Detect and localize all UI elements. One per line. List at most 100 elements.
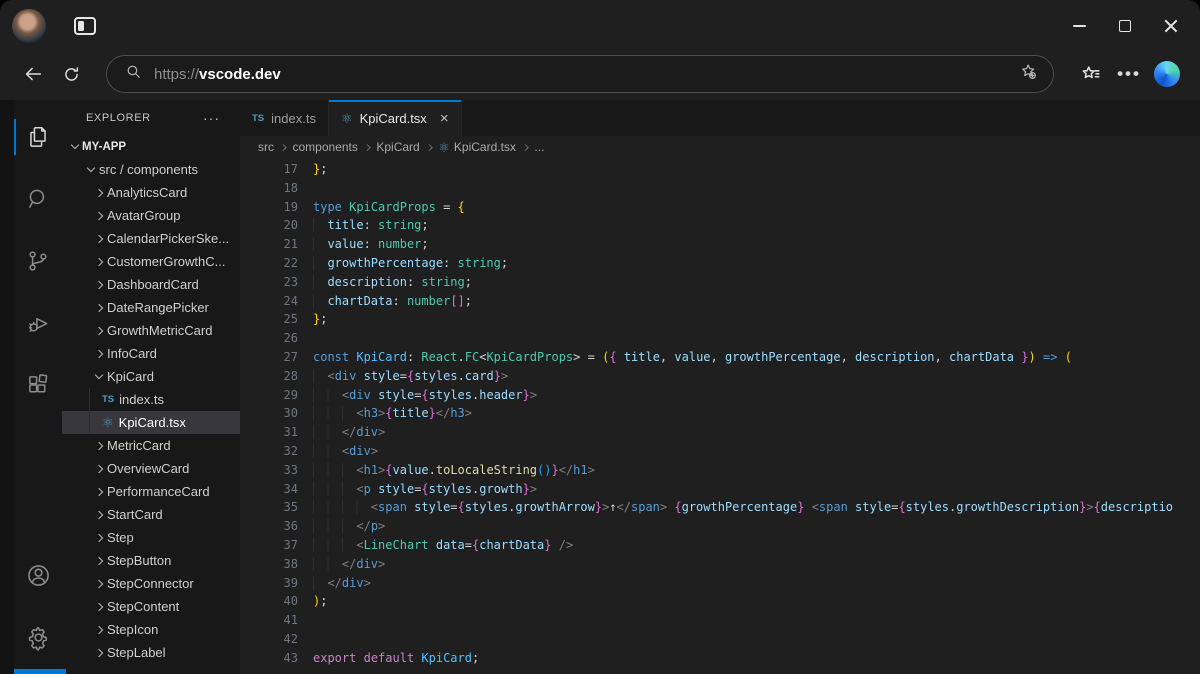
tree-item-label: OverviewCard — [107, 461, 189, 476]
tree-item-label: StartCard — [107, 507, 163, 522]
file-tree: src / components AnalyticsCardAvatarGroup… — [62, 158, 240, 674]
tree-item-label: StepConnector — [107, 576, 194, 591]
minimize-button[interactable] — [1056, 6, 1102, 46]
code-line-text: </div> — [298, 555, 385, 574]
activitybar-source-control[interactable] — [14, 230, 62, 292]
code-line: 35 <span style={styles.growthArrow}>↑</s… — [240, 498, 1200, 517]
code-line-text: }; — [298, 160, 327, 179]
tree-item-src-components[interactable]: src / components — [62, 158, 240, 181]
breadcrumb-label: src — [258, 140, 274, 154]
tab-close-icon[interactable]: × — [440, 111, 449, 126]
code-editor[interactable]: 17};1819type KpiCardProps = {20 title: s… — [240, 158, 1200, 674]
explorer-more-actions-button[interactable]: ··· — [197, 109, 226, 127]
tree-item-infocard[interactable]: InfoCard — [62, 342, 240, 365]
tree-item-index-ts[interactable]: TSindex.ts — [62, 388, 240, 411]
react-tsx-file-icon: ⚛ — [102, 416, 114, 429]
refresh-button[interactable] — [52, 55, 90, 93]
url-text: https://vscode.dev — [154, 66, 1019, 83]
close-icon — [1164, 19, 1178, 33]
tree-item-performancecard[interactable]: PerformanceCard — [62, 480, 240, 503]
tree-item-analyticscard[interactable]: AnalyticsCard — [62, 181, 240, 204]
tab-label: KpiCard.tsx — [360, 111, 427, 126]
favorites-star-list-icon — [1080, 63, 1102, 85]
tree-item-kpicard[interactable]: KpiCard — [62, 365, 240, 388]
tree-item-stepconnector[interactable]: StepConnector — [62, 572, 240, 595]
code-line: 23 description: string; — [240, 273, 1200, 292]
tree-item-dashboardcard[interactable]: DashboardCard — [62, 273, 240, 296]
tree-item-label: PerformanceCard — [107, 484, 210, 499]
activitybar-settings[interactable] — [14, 606, 62, 668]
tree-item-calendarpickerske-[interactable]: CalendarPickerSke... — [62, 227, 240, 250]
code-line-text: type KpiCardProps = { — [298, 198, 465, 217]
breadcrumb-item-kpicard-tsx[interactable]: ⚛KpiCard.tsx — [438, 140, 516, 154]
breadcrumb-label: KpiCard — [376, 140, 419, 154]
workspace-root-row[interactable]: MY-APP — [62, 135, 240, 158]
chevron-right-icon — [95, 602, 103, 610]
status-bar-remote-sliver[interactable] — [14, 669, 66, 674]
back-button[interactable] — [14, 55, 52, 93]
code-line-text: <div style={styles.card}> — [298, 367, 508, 386]
editor-tab-kpicard.tsx[interactable]: ⚛ KpiCard.tsx × — [329, 100, 462, 136]
close-button[interactable] — [1148, 6, 1194, 46]
tree-item-stepicon[interactable]: StepIcon — [62, 618, 240, 641]
browser-titlebar — [0, 0, 1200, 52]
activitybar-account[interactable] — [14, 544, 62, 606]
code-line: 19type KpiCardProps = { — [240, 198, 1200, 217]
tree-item-growthmetriccard[interactable]: GrowthMetricCard — [62, 319, 240, 342]
activitybar-search[interactable] — [14, 168, 62, 230]
react-tsx-file-icon: ⚛ — [341, 112, 353, 125]
tree-item-customergrowthc-[interactable]: CustomerGrowthC... — [62, 250, 240, 273]
favorites-button[interactable] — [1072, 55, 1110, 93]
tab-layout-icon[interactable] — [74, 17, 96, 35]
typescript-file-icon: TS — [252, 113, 264, 124]
maximize-button[interactable] — [1102, 6, 1148, 46]
breadcrumb-item-kpicard[interactable]: KpiCard — [376, 140, 419, 154]
tree-item-avatargroup[interactable]: AvatarGroup — [62, 204, 240, 227]
code-line: 30 <h3>{title}</h3> — [240, 404, 1200, 423]
profile-avatar[interactable] — [12, 9, 46, 43]
line-number: 43 — [240, 649, 298, 668]
address-bar[interactable]: https://vscode.dev — [106, 55, 1054, 93]
code-line-text: ); — [298, 592, 327, 611]
breadcrumb-item-components[interactable]: components — [293, 140, 358, 154]
add-favorite-button[interactable] — [1019, 62, 1039, 87]
tree-item-kpicard-tsx[interactable]: ⚛KpiCard.tsx — [62, 411, 240, 434]
tree-item-overviewcard[interactable]: OverviewCard — [62, 457, 240, 480]
chevron-right-icon — [95, 349, 103, 357]
url-domain: vscode.dev — [199, 66, 281, 83]
code-line: 32 <div> — [240, 442, 1200, 461]
activitybar-explorer[interactable] — [14, 106, 62, 168]
tree-item-stepcontent[interactable]: StepContent — [62, 595, 240, 618]
chevron-right-icon — [522, 144, 528, 150]
tree-item-label: Step — [107, 530, 134, 545]
tree-item-startcard[interactable]: StartCard — [62, 503, 240, 526]
line-number: 18 — [240, 179, 298, 198]
activitybar-extensions[interactable] — [14, 354, 62, 416]
chevron-right-icon — [95, 188, 103, 196]
tree-item-stepbutton[interactable]: StepButton — [62, 549, 240, 572]
chevron-right-icon — [95, 533, 103, 541]
tree-item-label: InfoCard — [107, 346, 157, 361]
code-line: 28 <div style={styles.card}> — [240, 367, 1200, 386]
editor-tab-index.ts[interactable]: TSindex.ts — [240, 100, 329, 136]
copilot-icon[interactable] — [1154, 61, 1180, 87]
tree-item-steplabel[interactable]: StepLabel — [62, 641, 240, 664]
breadcrumb-item-src[interactable]: src — [258, 140, 274, 154]
breadcrumb-item--[interactable]: ... — [534, 140, 544, 154]
tree-item-label: src / components — [99, 162, 198, 177]
code-line: 38 </div> — [240, 555, 1200, 574]
tree-item-metriccard[interactable]: MetricCard — [62, 434, 240, 457]
code-line-text: <div> — [298, 442, 378, 461]
code-line: 36 </p> — [240, 517, 1200, 536]
chevron-right-icon — [95, 464, 103, 472]
tree-item-label: MetricCard — [107, 438, 171, 453]
code-line: 18 — [240, 179, 1200, 198]
settings-more-button[interactable]: ••• — [1110, 55, 1148, 93]
tree-item-step[interactable]: Step — [62, 526, 240, 549]
line-number: 26 — [240, 329, 298, 348]
code-line: 25}; — [240, 310, 1200, 329]
tree-item-label: GrowthMetricCard — [107, 323, 212, 338]
activitybar-run-debug[interactable] — [14, 292, 62, 354]
tree-item-daterangepicker[interactable]: DateRangePicker — [62, 296, 240, 319]
line-number: 24 — [240, 292, 298, 311]
